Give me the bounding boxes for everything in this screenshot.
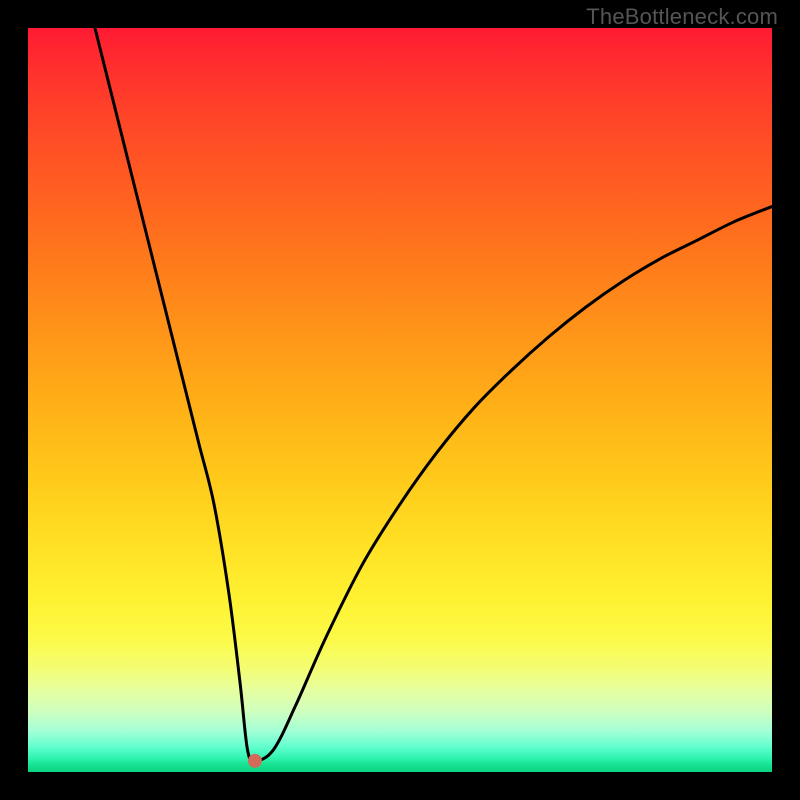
watermark-text: TheBottleneck.com	[586, 4, 778, 30]
min-marker-dot	[248, 754, 262, 768]
curve-path	[95, 28, 772, 761]
chart-plot-area	[28, 28, 772, 772]
bottleneck-curve	[28, 28, 772, 772]
